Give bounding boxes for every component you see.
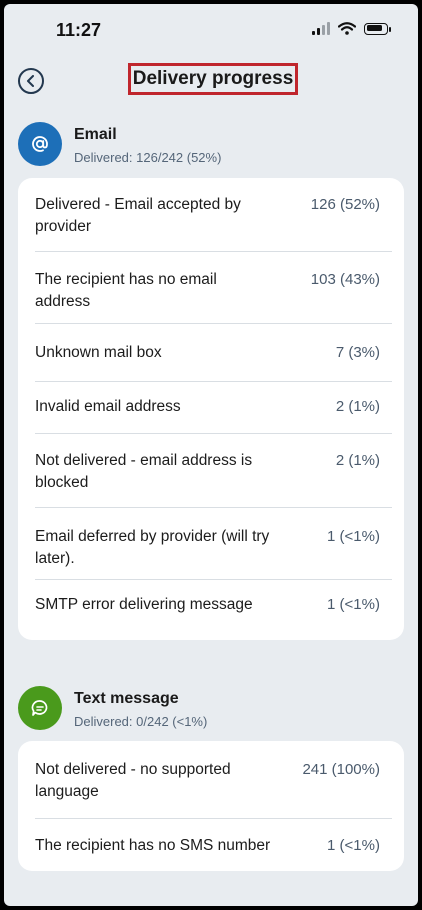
row-label: The recipient has no SMS number xyxy=(35,837,271,854)
at-sign-icon xyxy=(32,136,48,152)
sms-delivered-summary: Delivered: 0/242 (<1%) xyxy=(74,714,208,729)
list-item: Delivered - Email accepted by provider 1… xyxy=(35,190,392,252)
wifi-icon xyxy=(338,22,356,35)
sms-results-card: Not delivered - no supported language 24… xyxy=(18,741,404,871)
email-section-header: Email Delivered: 126/242 (52%) xyxy=(18,122,398,172)
email-results-card: Delivered - Email accepted by provider 1… xyxy=(18,178,404,640)
list-item: Not delivered - no supported language 24… xyxy=(35,753,392,819)
phone-screen: 11:27 Delivery progress Email Delivered:… xyxy=(4,4,418,906)
email-delivered-summary: Delivered: 126/242 (52%) xyxy=(74,150,222,165)
row-value: 241 (100%) xyxy=(302,761,380,778)
battery-icon xyxy=(364,22,391,35)
row-label: Email deferred by provider (will try lat… xyxy=(35,528,270,567)
list-item: Unknown mail box 7 (3%) xyxy=(35,324,392,382)
row-value: 126 (52%) xyxy=(310,196,380,213)
page-title: Delivery progress xyxy=(128,63,298,95)
row-label: Invalid email address xyxy=(35,398,181,415)
row-value: 1 (<1%) xyxy=(327,596,380,613)
status-icons xyxy=(312,22,391,35)
signal-icon xyxy=(312,22,330,35)
list-item: Email deferred by provider (will try lat… xyxy=(35,508,392,580)
chat-bubble-icon xyxy=(31,700,48,716)
row-label: SMTP error delivering message xyxy=(35,596,253,613)
sms-section-header: Text message Delivered: 0/242 (<1%) xyxy=(18,686,398,736)
sms-icon-badge xyxy=(18,686,62,730)
list-item: SMTP error delivering message 1 (<1%) xyxy=(35,580,392,640)
status-time: 11:27 xyxy=(56,20,102,40)
row-value: 103 (43%) xyxy=(310,271,380,288)
row-value: 1 (<1%) xyxy=(327,837,380,854)
list-item: The recipient has no email address 103 (… xyxy=(35,252,392,324)
email-icon-badge xyxy=(18,122,62,166)
back-button[interactable] xyxy=(18,68,44,94)
row-value: 2 (1%) xyxy=(335,398,380,415)
status-bar: 11:27 xyxy=(4,4,418,60)
row-value: 1 (<1%) xyxy=(327,528,380,545)
row-label: Not delivered - email address is blocked xyxy=(35,452,253,491)
email-section-title: Email xyxy=(74,126,117,143)
list-item: Invalid email address 2 (1%) xyxy=(35,382,392,434)
row-value: 7 (3%) xyxy=(335,344,380,361)
row-value: 2 (1%) xyxy=(335,452,380,469)
row-label: Delivered - Email accepted by provider xyxy=(35,196,241,235)
list-item: Not delivered - email address is blocked… xyxy=(35,434,392,508)
row-label: Not delivered - no supported language xyxy=(35,761,231,800)
list-item: The recipient has no SMS number 1 (<1%) xyxy=(35,819,392,871)
nav-bar: Delivery progress xyxy=(4,60,418,110)
row-label: Unknown mail box xyxy=(35,344,162,361)
row-label: The recipient has no email address xyxy=(35,271,217,310)
sms-section-title: Text message xyxy=(74,690,179,707)
chevron-left-icon xyxy=(27,75,34,87)
